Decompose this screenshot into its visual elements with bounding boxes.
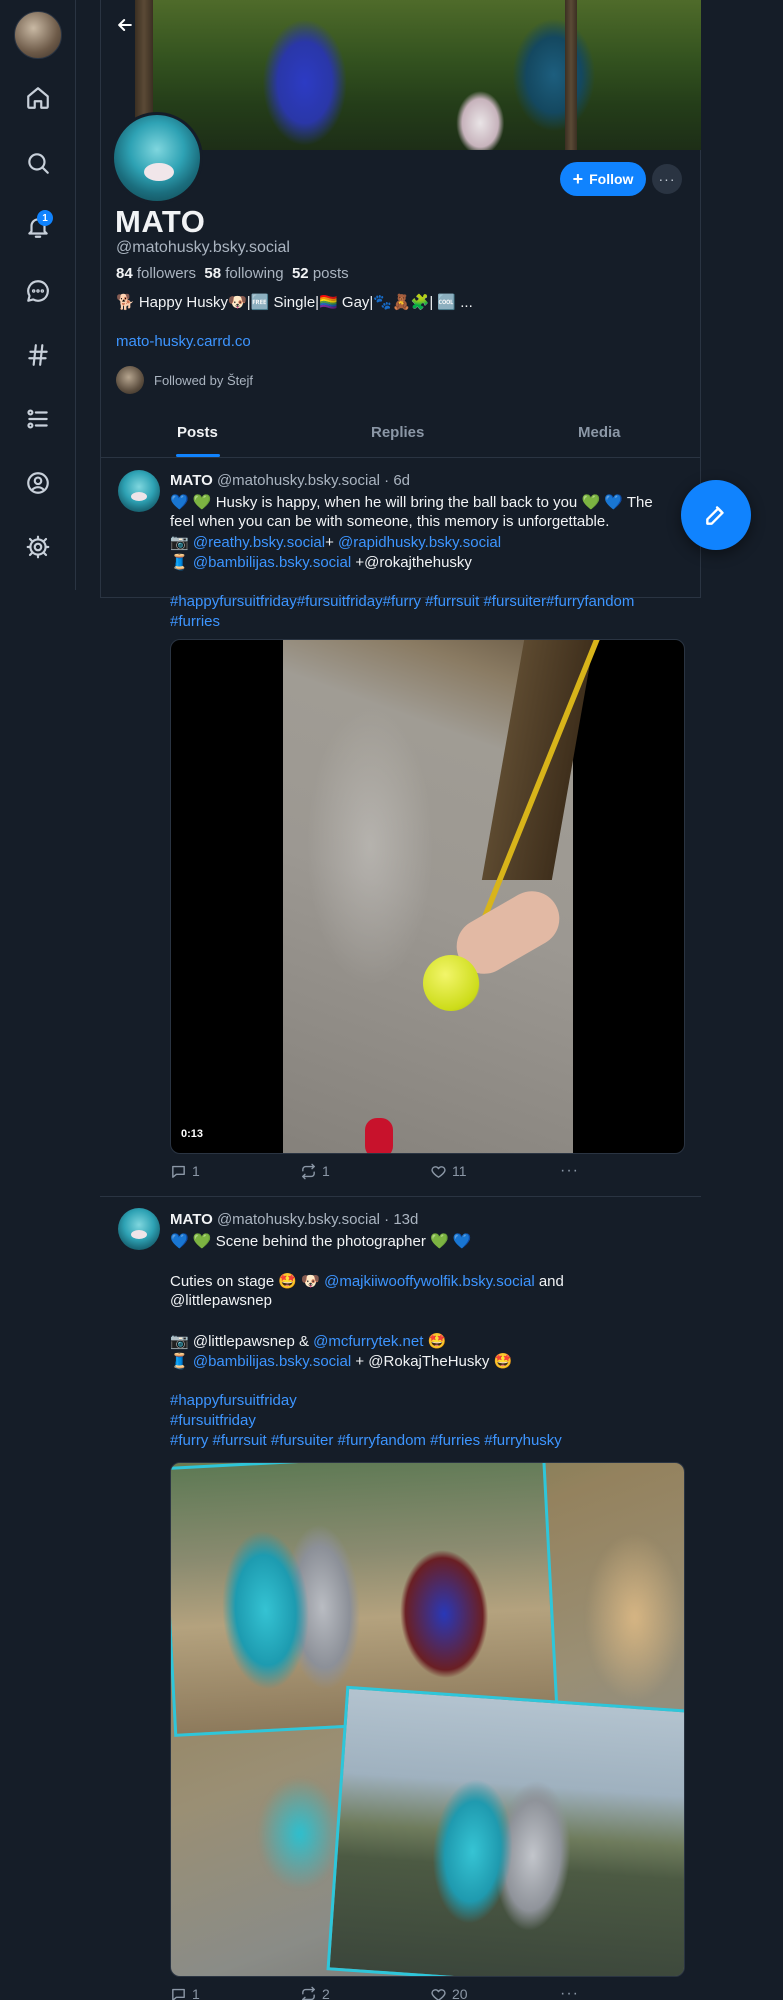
post-author-name[interactable]: MATO bbox=[170, 472, 213, 489]
reply-icon bbox=[172, 1988, 185, 2000]
reply-button[interactable]: 1 bbox=[170, 1985, 300, 2000]
repost-icon bbox=[302, 1163, 315, 1179]
post-text-line: 📷 @reathy.bsky.social+ @rapidhusky.bsky.… bbox=[170, 534, 502, 551]
post-text-line: 💙 💚 Scene behind the photographer 💚 💙 bbox=[170, 1233, 472, 1250]
profile-stats: 84 followers 58 following 52 posts bbox=[116, 265, 349, 282]
hashtag-icon[interactable] bbox=[18, 335, 58, 375]
followed-by[interactable]: Followed by Štejf bbox=[116, 366, 253, 394]
post-actions: 1 1 11 ··· bbox=[170, 1162, 600, 1180]
post-image[interactable] bbox=[170, 1462, 685, 1977]
repost-button[interactable]: 2 bbox=[300, 1985, 430, 2000]
post-video[interactable]: 0:13 bbox=[170, 639, 685, 1154]
hashtag-line[interactable]: #furry #furrsuit #fursuiter #furryfandom… bbox=[170, 1432, 562, 1449]
like-button[interactable]: 20 bbox=[430, 1985, 560, 2000]
more-horizontal-icon: ··· bbox=[560, 1162, 579, 1179]
following-link[interactable]: 58 following bbox=[204, 265, 283, 282]
plus-icon: + bbox=[572, 169, 584, 189]
profile-handle: @matohusky.bsky.social bbox=[116, 239, 290, 256]
bell-icon[interactable]: 1 bbox=[18, 207, 58, 247]
tab-media[interactable]: Media bbox=[578, 424, 621, 441]
profile-website-link[interactable]: mato-husky.carrd.co bbox=[116, 333, 251, 350]
follow-button[interactable]: + Follow bbox=[560, 162, 646, 196]
tab-replies[interactable]: Replies bbox=[371, 424, 424, 441]
post-text-line: 📷 @littlepawsnep & @mcfurrytek.net 🤩 bbox=[170, 1333, 447, 1350]
post-header: MATO @matohusky.bsky.social · 13d bbox=[170, 1211, 418, 1228]
notification-badge: 1 bbox=[37, 210, 53, 226]
compose-icon bbox=[706, 506, 724, 525]
video-frame bbox=[283, 640, 600, 1153]
post-meta[interactable]: @matohusky.bsky.social · 13d bbox=[217, 1211, 418, 1228]
heart-icon bbox=[431, 1165, 446, 1178]
mention-link[interactable]: @majkiiwooffywolfik.bsky.social bbox=[324, 1273, 535, 1290]
mention-link[interactable]: @rapidhusky.bsky.social bbox=[338, 534, 501, 551]
post-text-line: feel when you can be with someone, this … bbox=[170, 513, 610, 530]
post-more-button[interactable]: ··· bbox=[560, 1985, 600, 2000]
repost-button[interactable]: 1 bbox=[300, 1162, 430, 1180]
mention-link[interactable]: @reathy.bsky.social bbox=[193, 534, 325, 551]
followed-by-label: Followed by Štejf bbox=[154, 372, 253, 388]
post-author-avatar[interactable] bbox=[118, 470, 160, 512]
tab-posts[interactable]: Posts bbox=[177, 424, 218, 441]
hashtag-line[interactable]: #furries bbox=[170, 613, 220, 630]
left-nav: 1 bbox=[0, 0, 76, 590]
like-button[interactable]: 11 bbox=[430, 1162, 560, 1180]
home-icon[interactable] bbox=[18, 78, 58, 118]
follow-label: Follow bbox=[589, 171, 634, 187]
display-name: MATO bbox=[115, 204, 206, 239]
collage-photo bbox=[326, 1685, 684, 1976]
post-divider bbox=[100, 1196, 701, 1197]
post-more-button[interactable]: ··· bbox=[560, 1162, 600, 1180]
reply-icon bbox=[172, 1165, 185, 1178]
profile-avatar[interactable] bbox=[111, 112, 203, 204]
post-text-line: 🧵 @bambilijas.bsky.social +@rokajthehusk… bbox=[170, 554, 472, 571]
post-text-line: Cuties on stage 🤩 🐶 @majkiiwooffywolfik.… bbox=[170, 1273, 564, 1290]
feed-post[interactable]: MATO @matohusky.bsky.social · 6d 💙 💚 Hus… bbox=[100, 462, 701, 1197]
back-arrow-icon[interactable] bbox=[110, 10, 140, 40]
profile-banner[interactable] bbox=[135, 0, 701, 150]
settings-icon[interactable] bbox=[18, 527, 58, 567]
feed-post[interactable]: MATO @matohusky.bsky.social · 13d 💙 💚 Sc… bbox=[100, 1200, 701, 2000]
post-author-name[interactable]: MATO bbox=[170, 1211, 213, 1228]
post-text-line: 💙 💚 Husky is happy, when he will bring t… bbox=[170, 494, 653, 511]
profile-icon[interactable] bbox=[18, 463, 58, 503]
mention-link[interactable]: @bambilijas.bsky.social bbox=[193, 1353, 351, 1370]
chat-icon[interactable] bbox=[18, 271, 58, 311]
post-actions: 1 2 20 ··· bbox=[170, 1985, 600, 2000]
repost-icon bbox=[302, 1986, 315, 2000]
profile-bio: 🐕 Happy Husky🐶|🆓 Single|🏳️‍🌈 Gay|🐾🧸🧩| 🆒 … bbox=[116, 294, 473, 311]
hashtag-link[interactable]: #fursuitfriday bbox=[170, 1412, 256, 1429]
hashtag-line[interactable]: #happyfursuitfriday#fursuitfriday#furry … bbox=[170, 593, 634, 610]
user-avatar[interactable] bbox=[14, 11, 62, 59]
lists-icon[interactable] bbox=[18, 399, 58, 439]
mention-link[interactable]: @mcfurrytek.net bbox=[313, 1333, 423, 1350]
search-icon[interactable] bbox=[18, 143, 58, 183]
followers-link[interactable]: 84 followers bbox=[116, 265, 196, 282]
heart-icon bbox=[431, 1988, 446, 2000]
tennis-ball bbox=[423, 955, 479, 1011]
active-tab-indicator bbox=[176, 454, 220, 457]
mention-link[interactable]: @bambilijas.bsky.social bbox=[193, 554, 351, 571]
post-text-line: 🧵 @bambilijas.bsky.social + @RokajTheHus… bbox=[170, 1353, 513, 1370]
follower-avatar bbox=[116, 366, 144, 394]
hashtag-link[interactable]: #happyfursuitfriday bbox=[170, 1392, 297, 1409]
post-header: MATO @matohusky.bsky.social · 6d bbox=[170, 472, 410, 489]
post-author-avatar[interactable] bbox=[118, 1208, 160, 1250]
video-duration: 0:13 bbox=[181, 1128, 204, 1140]
posts-count: 52 posts bbox=[291, 265, 349, 282]
post-text-line: @littlepawsnep bbox=[170, 1292, 272, 1309]
profile-tabs: Posts Replies Media bbox=[100, 412, 701, 458]
reply-button[interactable]: 1 bbox=[170, 1162, 300, 1180]
more-horizontal-icon: ··· bbox=[560, 1985, 579, 2000]
more-options-button[interactable]: ··· bbox=[652, 164, 682, 194]
post-meta[interactable]: @matohusky.bsky.social · 6d bbox=[217, 472, 410, 489]
